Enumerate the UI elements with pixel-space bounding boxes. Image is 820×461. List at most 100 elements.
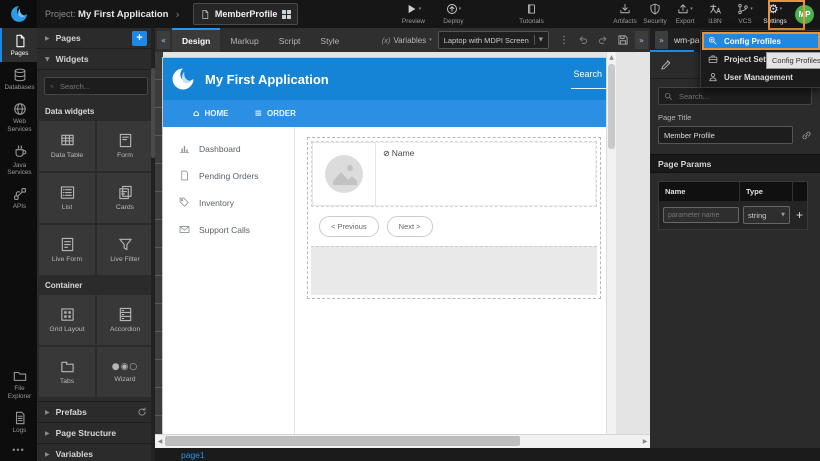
- sidebar-item-web-services[interactable]: Web Services: [0, 96, 37, 137]
- nav-item-home[interactable]: ⌂HOME: [193, 109, 228, 119]
- design-canvas: My First Application Search ⌂HOME ≡ORDER…: [155, 52, 650, 434]
- more-vertical-icon[interactable]: ⋮: [559, 35, 569, 46]
- i18n-button[interactable]: i18N: [700, 0, 730, 28]
- sidebar-item-logs[interactable]: Logs: [0, 405, 37, 439]
- undo-button[interactable]: [577, 34, 589, 46]
- tab-style[interactable]: Style: [310, 28, 349, 52]
- save-button[interactable]: [617, 34, 629, 46]
- page-title-input[interactable]: [659, 131, 792, 140]
- menu-item-pending-orders[interactable]: Pending Orders: [163, 162, 294, 189]
- project-breadcrumb: Project: My First Application: [45, 9, 168, 20]
- canvas-horizontal-scrollbar[interactable]: ◀ ▶: [155, 434, 650, 448]
- menu-item-support-calls[interactable]: Support Calls: [163, 216, 294, 243]
- breadcrumb-chevron-icon: ›: [175, 8, 179, 21]
- menu-item-user-management[interactable]: User Management: [702, 68, 820, 86]
- add-page-button[interactable]: +: [132, 31, 147, 46]
- widget-search[interactable]: [44, 77, 148, 95]
- database-icon: [13, 68, 27, 82]
- settings-button[interactable]: ⚙▾ Settings: [760, 0, 790, 28]
- menu-item-dashboard[interactable]: Dashboard: [163, 135, 294, 162]
- sidebar-item-java-services[interactable]: Java Services: [0, 138, 37, 181]
- grid-icon[interactable]: [282, 10, 291, 19]
- sidebar-item-databases[interactable]: Databases: [0, 62, 37, 96]
- refresh-icon[interactable]: [137, 407, 147, 417]
- next-button[interactable]: Next >: [387, 216, 433, 237]
- page1-link[interactable]: page1: [181, 450, 205, 460]
- security-button[interactable]: Security: [640, 0, 670, 28]
- wavemaker-logo[interactable]: [0, 0, 37, 28]
- menu-item-config-profiles[interactable]: Config Profiles: [702, 32, 820, 50]
- scroll-right-arrow-icon[interactable]: ▶: [640, 435, 650, 448]
- section-page-structure[interactable]: ▶ Page Structure: [37, 423, 155, 444]
- nav-item-order[interactable]: ≡ORDER: [254, 109, 295, 119]
- widget-grid-layout[interactable]: Grid Layout: [39, 295, 95, 345]
- empty-drop-area[interactable]: [311, 246, 597, 295]
- section-variables[interactable]: ▶ Variables: [37, 444, 155, 461]
- list-widget[interactable]: ⊘Name < Previous Next >: [307, 137, 601, 299]
- avatar[interactable]: MP: [795, 5, 814, 24]
- widget-form[interactable]: Form: [97, 121, 153, 171]
- variables-button[interactable]: (x) Variables ▾: [382, 36, 432, 45]
- add-param-button[interactable]: +: [796, 208, 803, 222]
- coffee-icon: [13, 144, 27, 158]
- preview-button[interactable]: ▾ Preview: [398, 0, 428, 28]
- vcs-button[interactable]: ▾ VCS: [730, 0, 760, 28]
- gear-icon: ⚙: [768, 3, 779, 16]
- page-tab-memberprofile[interactable]: MemberProfile: [193, 3, 299, 25]
- app-search-field[interactable]: Search: [571, 69, 606, 89]
- deploy-button[interactable]: ▾ Deploy: [438, 0, 468, 28]
- widgets-panel: ▶ Pages + ▼ Widgets Data widgets Data Ta…: [37, 28, 155, 461]
- widget-search-input[interactable]: [58, 81, 142, 92]
- export-button[interactable]: ▾ Export: [670, 0, 700, 28]
- bind-link-icon[interactable]: [801, 130, 812, 141]
- tab-script[interactable]: Script: [269, 28, 311, 52]
- widget-live-form[interactable]: Live Form: [39, 225, 95, 275]
- collapse-left-panel-button[interactable]: «: [157, 31, 170, 49]
- chevron-down-icon: ▾: [459, 7, 462, 12]
- previous-button[interactable]: < Previous: [319, 216, 379, 237]
- page-params-table: Name Type string ▼ +: [658, 181, 808, 230]
- more-options-dots-icon[interactable]: •••: [0, 439, 37, 461]
- section-prefabs[interactable]: ▶ Prefabs: [37, 401, 155, 423]
- tab-design[interactable]: Design: [172, 28, 220, 52]
- scroll-up-arrow-icon[interactable]: ▲: [607, 52, 616, 61]
- expand-panel-button[interactable]: »: [655, 31, 668, 49]
- scroll-left-arrow-icon[interactable]: ◀: [155, 435, 165, 448]
- tutorials-button[interactable]: Tutorials: [516, 0, 546, 28]
- device-selector[interactable]: Laptop with MDPI Screen ▼: [438, 31, 549, 49]
- sidebar-item-apis[interactable]: APIs: [0, 181, 37, 215]
- artifacts-button[interactable]: Artifacts: [610, 0, 640, 28]
- collapse-right-panel-button[interactable]: »: [635, 31, 648, 49]
- scrollbar-thumb[interactable]: [165, 436, 520, 446]
- menu-item-inventory[interactable]: Inventory: [163, 189, 294, 216]
- app-preview-frame[interactable]: My First Application Search ⌂HOME ≡ORDER…: [163, 58, 606, 434]
- widget-list[interactable]: List: [39, 173, 95, 223]
- properties-search-input[interactable]: [677, 91, 761, 102]
- widget-data-table[interactable]: Data Table: [39, 121, 95, 171]
- status-bar: page1: [155, 448, 820, 461]
- section-pages[interactable]: ▶ Pages +: [37, 28, 155, 49]
- scrollbar-thumb[interactable]: [608, 64, 615, 149]
- widget-accordion[interactable]: Accordion: [97, 295, 153, 345]
- param-name-input[interactable]: [663, 207, 739, 223]
- sidebar-item-pages[interactable]: Pages: [0, 28, 37, 62]
- widget-tabs[interactable]: Tabs: [39, 347, 95, 397]
- pencil-edit-icon[interactable]: [660, 59, 672, 71]
- app-vertical-scrollbar[interactable]: ▲: [606, 52, 616, 434]
- section-widgets[interactable]: ▼ Widgets: [37, 49, 155, 70]
- table-header-row: Name Type: [659, 182, 807, 201]
- bound-name-label[interactable]: ⊘Name: [383, 148, 588, 158]
- list-item[interactable]: ⊘Name: [311, 141, 597, 207]
- param-type-select[interactable]: string ▼: [743, 206, 790, 224]
- tab-markup[interactable]: Markup: [220, 28, 268, 52]
- widget-live-filter[interactable]: Live Filter: [97, 225, 153, 275]
- sidebar-item-file-explorer[interactable]: File Explorer: [0, 363, 37, 404]
- widget-cards[interactable]: Cards: [97, 173, 153, 223]
- redo-button[interactable]: [597, 34, 609, 46]
- page-title-field[interactable]: [658, 126, 793, 144]
- page-params-section-header[interactable]: Page Params: [650, 154, 820, 173]
- widget-wizard[interactable]: ●◉○ Wizard: [97, 347, 153, 397]
- tutorials-icon: [526, 3, 537, 15]
- properties-search[interactable]: [658, 87, 812, 105]
- search-icon: [664, 92, 673, 101]
